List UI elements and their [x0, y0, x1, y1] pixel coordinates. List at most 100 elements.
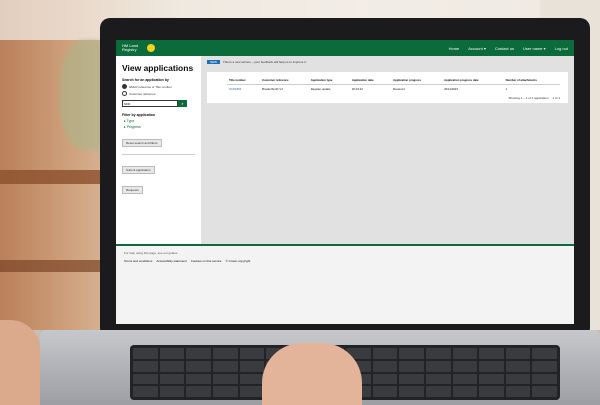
keyboard-key	[212, 360, 238, 372]
nav-account[interactable]: Account ▾	[468, 46, 486, 51]
nav-logout[interactable]: Log out	[555, 46, 568, 51]
search-label: Search for an application by	[122, 78, 169, 82]
keyboard-key	[239, 373, 265, 385]
submit-application-button[interactable]: Submit application	[122, 166, 155, 174]
keyboard-key	[505, 360, 531, 372]
keyboard-key	[212, 386, 238, 397]
search-button[interactable]: ⌕	[178, 100, 187, 107]
filter-type-label: Type	[126, 119, 135, 123]
radio-customer-reference[interactable]: Customer reference	[122, 91, 195, 96]
keyboard-key	[372, 373, 398, 385]
keyboard-key	[186, 373, 211, 385]
keyboard-key	[452, 386, 478, 397]
keyboard-key	[186, 360, 211, 372]
column-header[interactable]: Application progress	[391, 76, 442, 85]
keyboard-key	[133, 348, 158, 359]
content-area: View applications Search for an applicat…	[116, 56, 574, 244]
column-header[interactable]: Application type	[309, 76, 350, 85]
search-input[interactable]: SKD	[122, 100, 178, 107]
radio-selected-icon	[122, 84, 127, 89]
pager-summary: Showing 1 – 1 of 1 application	[508, 96, 549, 100]
search-icon: ⌕	[181, 101, 184, 106]
column-header[interactable]: Application date	[350, 76, 391, 85]
keyboard-key	[212, 348, 238, 359]
keyboard-key	[505, 373, 531, 385]
attachments-cell: 1	[505, 87, 508, 91]
brand-logo[interactable]: HM Land Registry	[122, 44, 155, 52]
sidebar: View applications Search for an applicat…	[116, 56, 201, 244]
radio-hmlr-reference[interactable]: HMLR reference or Title number	[122, 84, 195, 89]
application-date-cell: 20.04.22	[351, 87, 363, 91]
keyboard-key	[399, 386, 424, 397]
keyboard-key	[372, 348, 398, 359]
nav-contact[interactable]: Contact us	[495, 46, 514, 51]
column-header[interactable]: Title number	[227, 76, 260, 85]
applications-card: Title number Customer reference Applicat…	[207, 72, 568, 103]
nav-user[interactable]: User name ▾	[523, 46, 546, 51]
keyboard-key	[372, 360, 398, 372]
keyboard-key	[505, 386, 531, 397]
crown-icon	[147, 44, 155, 52]
keyboard-key	[425, 348, 451, 359]
applications-table: Title number Customer reference Applicat…	[227, 76, 560, 93]
keyboard-key	[479, 373, 504, 385]
keyboard-key	[532, 348, 557, 359]
keyboard-key	[239, 348, 265, 359]
reset-button[interactable]: Reset search and filters	[122, 139, 162, 147]
notice-text[interactable]: This is a new service – your feedback wi…	[223, 60, 307, 64]
beta-notice: NEW This is a new service – your feedbac…	[207, 60, 568, 64]
progress-date-cell: 20/11/2023	[444, 87, 458, 91]
logo-text: HM Land Registry	[122, 43, 139, 52]
header-nav: Home Account ▾ Contact us User name ▾ Lo…	[449, 46, 568, 51]
filter-progress[interactable]: ▸ Progress	[124, 125, 195, 129]
search-row: SKD ⌕	[122, 100, 195, 107]
filter-label: Filter by application	[122, 113, 156, 117]
keyboard-key	[159, 386, 185, 397]
keyboard-key	[159, 373, 185, 385]
filter-type[interactable]: ▸ Type	[124, 119, 195, 123]
keyboard-key	[399, 360, 424, 372]
title-number-cell[interactable]: SCD1803	[227, 85, 260, 94]
keyboard-key	[399, 373, 424, 385]
application-type-cell: Register update	[310, 87, 331, 91]
filter-progress-label: Progress	[126, 125, 141, 129]
column-header[interactable]: Application progress date	[442, 76, 504, 85]
pager-nav[interactable]: 1 of 1	[552, 96, 560, 100]
footer-link-terms[interactable]: Terms and conditions	[124, 259, 152, 263]
footer-link-accessibility[interactable]: Accessibility statement	[156, 259, 186, 263]
keyboard-key	[399, 348, 424, 359]
application-progress-cell: Received	[393, 87, 405, 91]
keyboard-key	[239, 386, 265, 397]
keyboard-key	[425, 373, 451, 385]
footer: For help using this page, see our guides…	[116, 244, 574, 324]
keyboard-key	[479, 360, 504, 372]
keyboard-key	[452, 348, 478, 359]
keyboard-key	[479, 386, 504, 397]
footer-copyright: © Crown copyright	[225, 259, 251, 263]
radio-label: HMLR reference or Title number	[129, 84, 172, 89]
keyboard-key	[479, 348, 504, 359]
keyboard-key	[159, 360, 185, 372]
column-header[interactable]: Number of attachments	[504, 76, 560, 85]
keyboard-key	[532, 373, 557, 385]
column-header[interactable]: Customer reference	[260, 76, 309, 85]
footer-link-cookies[interactable]: Cookies on this service	[191, 259, 222, 263]
keyboard-key	[133, 360, 158, 372]
footer-links: Terms and conditions Accessibility state…	[124, 259, 566, 263]
requests-button[interactable]: Requests	[122, 186, 143, 194]
table-header-row: Title number Customer reference Applicat…	[227, 76, 560, 85]
page-title: View applications	[122, 63, 194, 73]
divider	[122, 154, 195, 155]
right-hand	[262, 343, 362, 405]
table-row[interactable]: SCD1803 Brooks/Smith V1 Register update …	[227, 85, 560, 94]
keyboard-key	[133, 373, 158, 385]
radio-unselected-icon	[122, 91, 127, 96]
laptop-screen: HM Land Registry Home Account ▾ Contact …	[116, 40, 574, 324]
nav-home[interactable]: Home	[449, 46, 460, 51]
main-panel: NEW This is a new service – your feedbac…	[201, 56, 574, 244]
background-shelf-lower	[0, 260, 110, 272]
footer-help-text[interactable]: For help using this page, see our guides	[124, 251, 566, 255]
keyboard-key	[452, 373, 478, 385]
keyboard-key	[239, 360, 265, 372]
keyboard-key	[133, 386, 158, 397]
